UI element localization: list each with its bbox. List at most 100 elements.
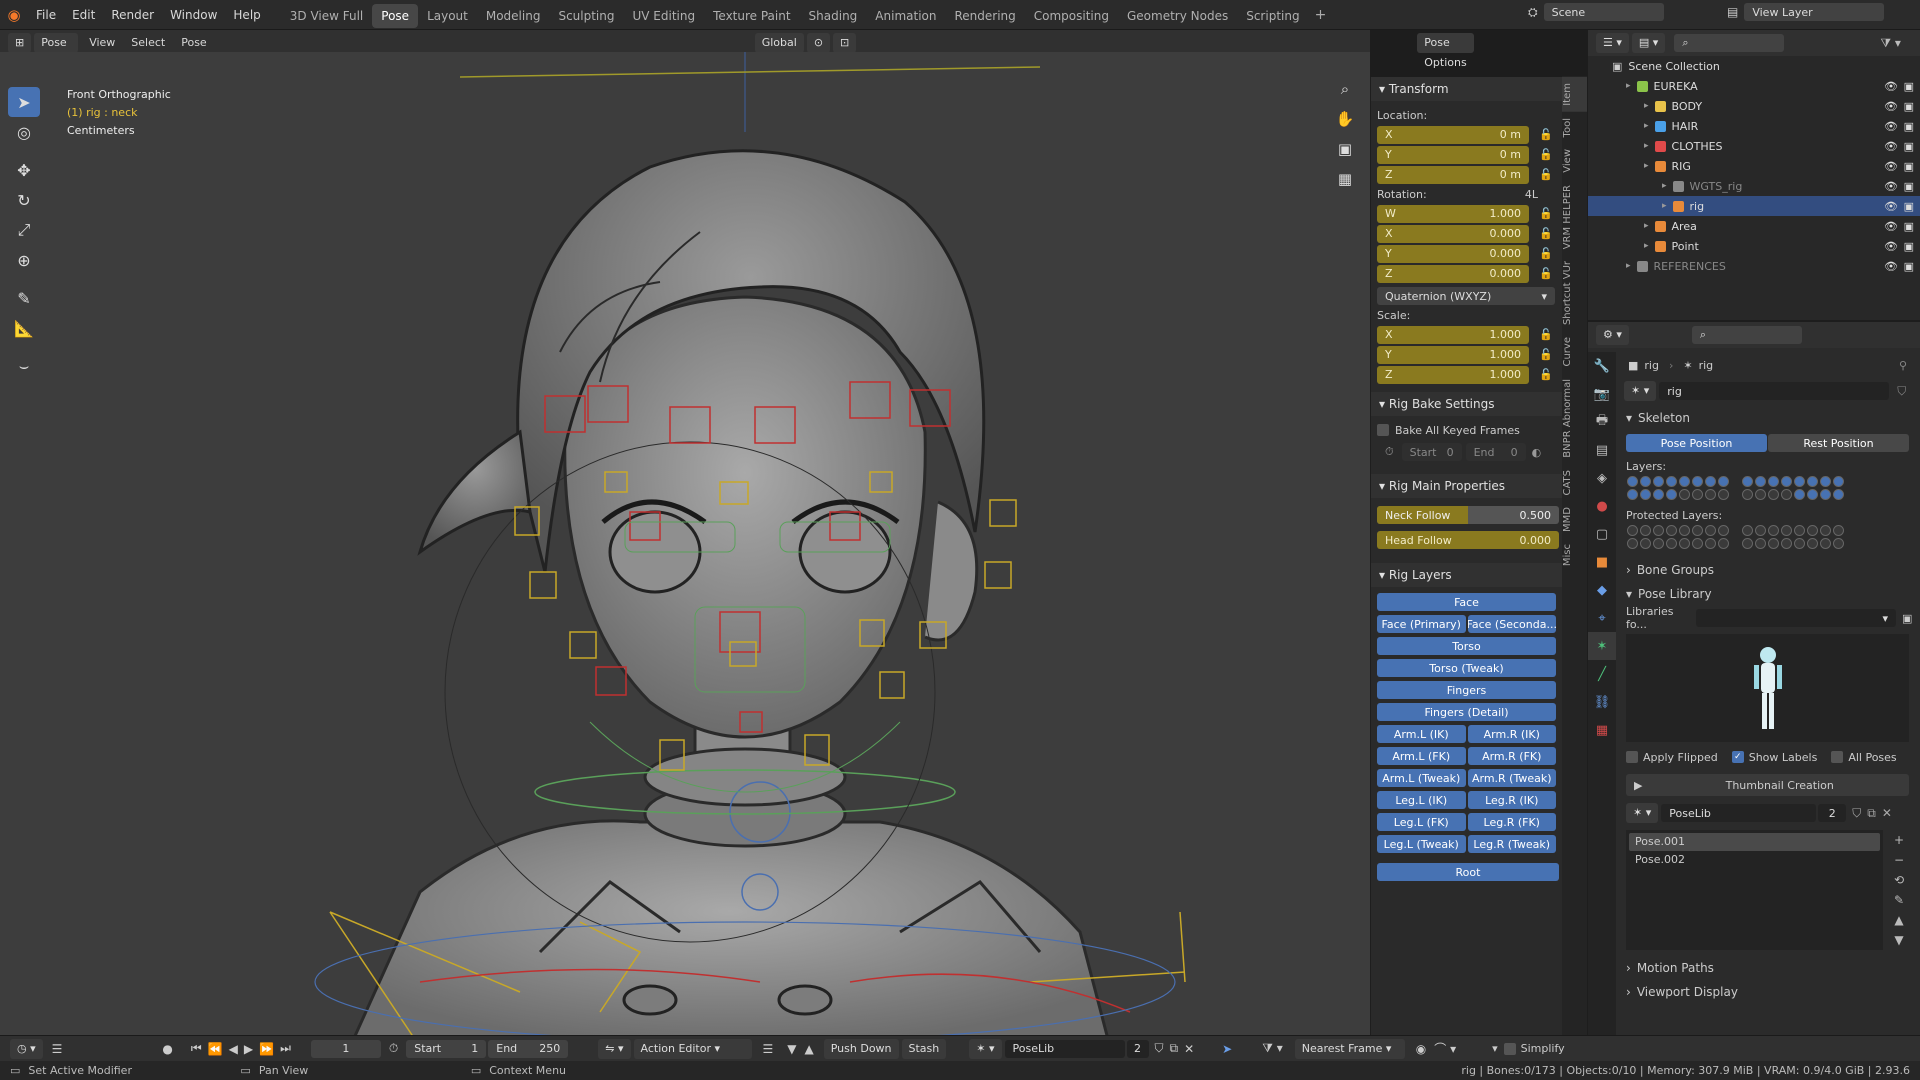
close-icon[interactable]: ✕	[1882, 806, 1892, 820]
layer-toggle[interactable]	[1705, 489, 1716, 500]
layer-toggle[interactable]	[1679, 538, 1690, 549]
workspace-tab[interactable]: Animation	[866, 4, 945, 28]
rig-layers-header[interactable]: ▾ Rig Layers	[1371, 563, 1562, 587]
collection-tab-icon[interactable]: ▢	[1588, 520, 1616, 548]
workspace-tab[interactable]: Compositing	[1025, 4, 1118, 28]
head-follow-slider[interactable]: Head Follow 0.000	[1377, 531, 1559, 549]
workspace-tab[interactable]: Sculpting	[549, 4, 623, 28]
transform-orientation[interactable]: Global ▾	[754, 32, 804, 69]
outliner-row[interactable]: ▸ RIG 👁 ▣	[1588, 156, 1920, 176]
datablock-name-field[interactable]: rig	[1659, 382, 1890, 400]
rig-layer-button[interactable]: Fingers	[1377, 681, 1556, 699]
layer-toggle[interactable]	[1666, 489, 1677, 500]
visibility-eye-icon[interactable]: 👁	[1884, 240, 1898, 253]
texture-tab-icon[interactable]: ▦	[1588, 716, 1616, 744]
outliner-row[interactable]: ▸ EUREKA 👁 ▣	[1588, 76, 1920, 96]
layer-toggle[interactable]	[1781, 476, 1792, 487]
visibility-eye-icon[interactable]: 👁	[1884, 220, 1898, 233]
sidebar-tab-item[interactable]: Item	[1562, 77, 1587, 112]
outliner-editor-type[interactable]: ☰ ▾	[1596, 33, 1629, 53]
object-tab-icon[interactable]: ■	[1588, 548, 1616, 576]
layer-toggle[interactable]	[1768, 489, 1779, 500]
poselib-browse[interactable]: ✶ ▾	[1626, 803, 1659, 823]
expand-arrow-icon[interactable]: ▸	[1662, 201, 1667, 211]
push-down-button[interactable]: Push Down	[823, 1038, 899, 1059]
next-key-icon[interactable]: ⏩	[259, 1042, 280, 1056]
outliner-row[interactable]: ▸ WGTS_rig 👁 ▣	[1588, 176, 1920, 196]
timeline-editor-type[interactable]: ◷ ▾	[10, 1038, 43, 1059]
layer-toggle[interactable]	[1742, 538, 1753, 549]
poselib-name-field[interactable]: PoseLib	[1661, 804, 1817, 822]
rig-main-header[interactable]: ▾ Rig Main Properties	[1371, 474, 1562, 498]
editor-type-button[interactable]: ⊞ ▾	[8, 32, 32, 69]
scene-collection-row[interactable]: ▣ Scene Collection	[1588, 56, 1920, 76]
play-reverse-icon[interactable]: ◀	[229, 1042, 244, 1056]
action-shield-icon[interactable]: ⛉	[1155, 1041, 1164, 1056]
bake-end-field[interactable]: End 0	[1465, 443, 1526, 461]
render-camera-icon[interactable]: ▣	[1904, 100, 1914, 113]
workspace-tab[interactable]: UV Editing	[624, 4, 705, 28]
layer-toggle[interactable]	[1705, 538, 1716, 549]
render-camera-icon[interactable]: ▣	[1904, 260, 1914, 273]
action-browse[interactable]: ✶ ▾	[969, 1038, 1002, 1059]
move-up-icon[interactable]: ▲	[1889, 910, 1909, 930]
layer-toggle[interactable]	[1794, 489, 1805, 500]
layer-toggle[interactable]	[1692, 538, 1703, 549]
layer-toggle[interactable]	[1833, 525, 1844, 536]
rig-layer-button[interactable]: Arm.L (FK)	[1377, 747, 1466, 765]
menu-file[interactable]: File	[28, 0, 64, 30]
layer-toggle[interactable]	[1692, 476, 1703, 487]
scale-field-y[interactable]: Y 1.000	[1377, 345, 1529, 364]
location-field-x[interactable]: X 0 m	[1377, 125, 1529, 144]
lock-icon[interactable]: 🔓	[1539, 328, 1553, 341]
jump-end-icon[interactable]: ⏭	[280, 1041, 297, 1056]
layer-toggle[interactable]	[1679, 489, 1690, 500]
move-down-icon[interactable]: ▼	[1889, 930, 1909, 950]
pose-relax-tool-icon[interactable]: ⌣	[8, 351, 40, 381]
armature-data-tab-icon[interactable]: ✶	[1588, 632, 1616, 660]
zoom-icon[interactable]: ⌕	[1330, 74, 1360, 104]
sidebar-tab-curve[interactable]: Curve	[1562, 331, 1587, 373]
expand-arrow-icon[interactable]: ▸	[1644, 121, 1649, 131]
properties-search-input[interactable]: ⌕	[1691, 326, 1802, 344]
layer-toggle[interactable]	[1705, 525, 1716, 536]
root-layer-button[interactable]: Root	[1377, 863, 1559, 881]
filter-icon[interactable]: ⧩ ▾	[1880, 36, 1901, 51]
lock-icon[interactable]: 🔓	[1539, 207, 1553, 220]
3d-viewport[interactable]: ➤ ◎ ✥ ↻ ⤢ ⊕ ✎ 📐 ⌣ Front Orthographic (1)…	[0, 52, 1370, 1047]
motion-paths-header[interactable]: › Motion Paths	[1620, 956, 1915, 980]
layer-toggle[interactable]	[1755, 476, 1766, 487]
layer-toggle[interactable]	[1692, 525, 1703, 536]
workspace-tab[interactable]: Geometry Nodes	[1118, 4, 1237, 28]
camera-icon[interactable]: ▣	[1330, 134, 1360, 164]
scale-field-z[interactable]: Z 1.000	[1377, 365, 1529, 384]
pose-options-button[interactable]: Pose Options ▾	[1417, 32, 1474, 89]
layer-toggle[interactable]	[1666, 538, 1677, 549]
layer-up-icon[interactable]: ▲	[805, 1042, 814, 1056]
poselib-users[interactable]: 2	[1818, 804, 1847, 822]
rotate-tool-icon[interactable]: ↻	[8, 185, 40, 215]
sidebar-tab-vrm-helper[interactable]: VRM HELPER	[1562, 179, 1587, 255]
layer-toggle[interactable]	[1768, 525, 1779, 536]
bake-run-icon[interactable]: ◐	[1532, 446, 1542, 459]
layer-toggle[interactable]	[1742, 489, 1753, 500]
bake-start-field[interactable]: Start 0	[1401, 443, 1462, 461]
layer-toggle[interactable]	[1640, 476, 1651, 487]
layer-toggle[interactable]	[1627, 476, 1638, 487]
bone-groups-header[interactable]: › Bone Groups	[1620, 558, 1915, 582]
start-frame-field[interactable]: Start 1	[406, 1039, 487, 1058]
outliner-row[interactable]: ▸ HAIR 👁 ▣	[1588, 116, 1920, 136]
workspace-tab[interactable]: 3D View Full	[281, 4, 373, 28]
layer-toggle[interactable]	[1742, 525, 1753, 536]
bone-tab-icon[interactable]: ╱	[1588, 660, 1616, 688]
neck-follow-slider[interactable]: Neck Follow 0.500	[1377, 506, 1559, 524]
rig-layer-button[interactable]: Leg.L (IK)	[1377, 791, 1466, 809]
layer-toggle[interactable]	[1768, 476, 1779, 487]
layer-toggle[interactable]	[1833, 476, 1844, 487]
bake-clock-icon[interactable]: ⏱	[1385, 445, 1394, 459]
visibility-eye-icon[interactable]: 👁	[1884, 260, 1898, 273]
location-field-z[interactable]: Z 0 m	[1377, 165, 1529, 184]
rig-layer-button[interactable]: Arm.R (Tweak)	[1467, 769, 1556, 787]
render-camera-icon[interactable]: ▣	[1904, 80, 1914, 93]
layer-toggle[interactable]	[1653, 489, 1664, 500]
